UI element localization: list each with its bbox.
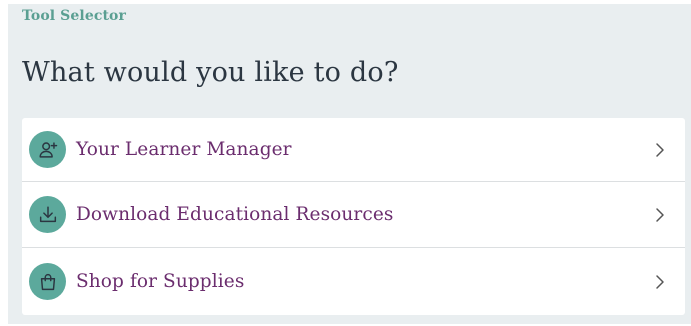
- option-shop-supplies[interactable]: Shop for Supplies: [22, 248, 685, 315]
- download-icon: [29, 196, 66, 233]
- page-title: What would you like to do?: [22, 57, 399, 88]
- chevron-right-icon: [655, 142, 665, 158]
- tool-selector-kicker: Tool Selector: [22, 8, 126, 24]
- chevron-right-icon: [655, 274, 665, 290]
- option-label: Your Learner Manager: [76, 139, 292, 160]
- option-list: Your Learner Manager Download Educationa…: [22, 118, 685, 315]
- chevron-right-icon: [655, 207, 665, 223]
- option-download-resources[interactable]: Download Educational Resources: [22, 182, 685, 248]
- shopping-bag-icon: [29, 263, 66, 300]
- option-label: Download Educational Resources: [76, 204, 394, 225]
- user-add-icon: [29, 131, 66, 168]
- option-learner-manager[interactable]: Your Learner Manager: [22, 118, 685, 182]
- tool-selector-panel: Tool Selector What would you like to do?…: [8, 4, 691, 324]
- option-label: Shop for Supplies: [76, 271, 245, 292]
